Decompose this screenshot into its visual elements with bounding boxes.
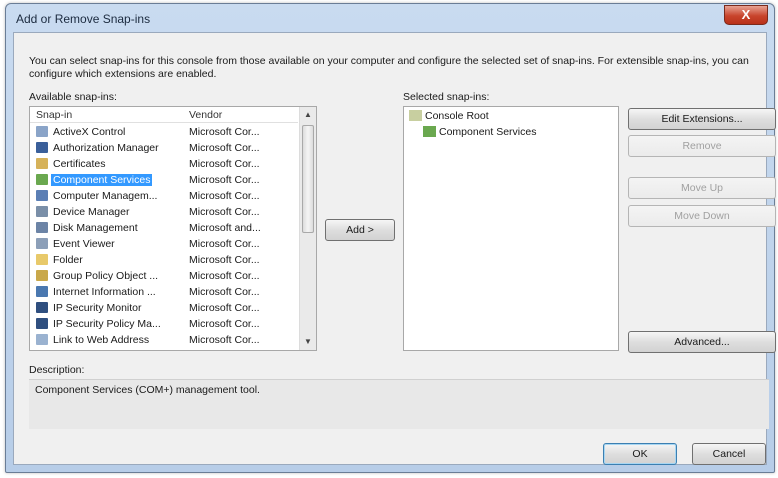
description-panel: Component Services (COM+) management too… [29,379,769,429]
tree-item-label: Console Root [425,110,489,122]
snapin-name: Component Services [51,174,153,186]
column-header-vendor[interactable]: Vendor [189,109,222,121]
list-item[interactable]: Group Policy Object ... Microsoft Cor... [30,268,298,284]
snapin-name: ActiveX Control [53,126,126,138]
web-link-icon [36,334,48,345]
snapin-vendor: Microsoft Cor... [189,318,260,330]
ip-security-policy-icon [36,318,48,329]
snapin-name: IP Security Monitor [53,302,142,314]
snapin-vendor: Microsoft Cor... [189,238,260,250]
list-item[interactable]: Device Manager Microsoft Cor... [30,204,298,220]
tree-item[interactable]: Component Services [423,126,536,138]
close-icon: X [741,7,751,22]
intro-text: You can select snap-ins for this console… [29,55,749,80]
available-snapins-label: Available snap-ins: [29,91,117,103]
snapin-name: Computer Managem... [53,190,158,202]
component-services-icon [36,174,48,185]
list-item[interactable]: Disk Management Microsoft and... [30,220,298,236]
tree-item[interactable]: Console Root [409,110,489,122]
group-policy-icon [36,270,48,281]
snapin-name: Certificates [53,158,106,170]
authorization-icon [36,142,48,153]
list-item[interactable]: Event Viewer Microsoft Cor... [30,236,298,252]
snapin-name: Group Policy Object ... [53,270,159,282]
list-item[interactable]: ActiveX Control Microsoft Cor... [30,124,298,140]
component-services-icon [423,126,436,137]
list-item[interactable]: Computer Managem... Microsoft Cor... [30,188,298,204]
advanced-button[interactable]: Advanced... [628,331,776,353]
snapin-name: Link to Web Address [53,334,150,346]
iis-icon [36,286,48,297]
snapin-vendor: Microsoft Cor... [189,190,260,202]
computer-management-icon [36,190,48,201]
certificate-icon [36,158,48,169]
device-manager-icon [36,206,48,217]
snapin-vendor: Microsoft Cor... [189,126,260,138]
list-item[interactable]: IP Security Monitor Microsoft Cor... [30,300,298,316]
column-header-snapin[interactable]: Snap-in [36,109,72,121]
description-text: Component Services (COM+) management too… [35,384,260,396]
scroll-thumb[interactable] [302,125,314,233]
snapin-name: Internet Information ... [53,286,156,298]
edit-extensions-button[interactable]: Edit Extensions... [628,108,776,130]
description-label: Description: [29,364,85,376]
selected-snapins-tree[interactable]: Console Root Component Services [403,106,619,351]
event-viewer-icon [36,238,48,249]
cancel-button[interactable]: Cancel [692,443,766,465]
snapin-vendor: Microsoft and... [189,222,261,234]
tree-item-label: Component Services [439,126,537,138]
snapin-name: Device Manager [53,206,130,218]
selected-snapins-label: Selected snap-ins: [403,91,490,103]
list-scrollbar[interactable]: ▲ ▼ [299,107,316,350]
snapin-vendor: Microsoft Cor... [189,334,260,346]
available-snapins-list[interactable]: Snap-in Vendor ActiveX Control Microsoft … [29,106,317,351]
snapin-vendor: Microsoft Cor... [189,270,260,282]
window-title: Add or Remove Snap-ins [16,12,151,26]
folder-icon [36,254,48,265]
snapin-vendor: Microsoft Cor... [189,206,260,218]
ip-security-monitor-icon [36,302,48,313]
snapin-vendor: Microsoft Cor... [189,286,260,298]
snapin-name: Event Viewer [53,238,115,250]
scroll-up-icon[interactable]: ▲ [300,107,316,123]
title-bar[interactable]: Add or Remove Snap-ins X [6,4,774,32]
disk-management-icon [36,222,48,233]
console-root-folder-icon [409,110,422,121]
snapin-vendor: Microsoft Cor... [189,302,260,314]
list-header: Snap-in Vendor [30,107,298,123]
scroll-down-icon[interactable]: ▼ [300,334,316,350]
ok-button[interactable]: OK [603,443,677,465]
dialog-window: Add or Remove Snap-ins X You can select … [5,3,776,473]
snapin-name: Folder [53,254,83,266]
snapin-name: Authorization Manager [53,142,159,154]
list-item[interactable]: Certificates Microsoft Cor... [30,156,298,172]
list-item[interactable]: IP Security Policy Ma... Microsoft Cor... [30,316,298,332]
snapin-vendor: Microsoft Cor... [189,142,260,154]
list-item[interactable]: Internet Information ... Microsoft Cor... [30,284,298,300]
activex-icon [36,126,48,137]
close-button[interactable]: X [724,5,768,25]
snapin-vendor: Microsoft Cor... [189,158,260,170]
list-item[interactable]: Authorization Manager Microsoft Cor... [30,140,298,156]
snapin-name: Disk Management [53,222,138,234]
remove-button[interactable]: Remove [628,135,776,157]
list-item[interactable]: Link to Web Address Microsoft Cor... [30,332,298,348]
snapin-vendor: Microsoft Cor... [189,254,260,266]
move-up-button[interactable]: Move Up [628,177,776,199]
snapin-name: IP Security Policy Ma... [53,318,161,330]
dialog-body: You can select snap-ins for this console… [13,32,776,465]
add-button[interactable]: Add > [325,219,395,241]
move-down-button[interactable]: Move Down [628,205,776,227]
list-item[interactable]: Component Services Microsoft Cor... [30,172,298,188]
list-item[interactable]: Folder Microsoft Cor... [30,252,298,268]
snapin-vendor: Microsoft Cor... [189,174,260,186]
